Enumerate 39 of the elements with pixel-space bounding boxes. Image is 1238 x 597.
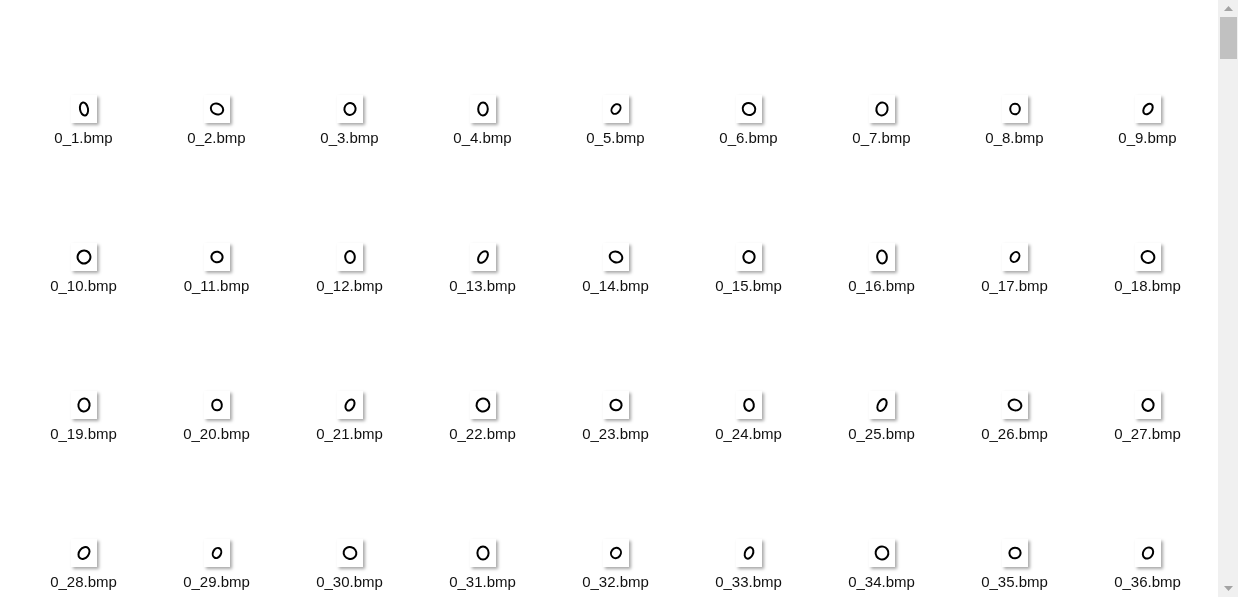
file-name[interactable]: 0_31.bmp	[449, 573, 516, 591]
file-name[interactable]: 0_21.bmp	[316, 425, 383, 443]
file-name[interactable]: 0_9.bmp	[1118, 129, 1177, 147]
file-name[interactable]: 0_30.bmp	[316, 573, 383, 591]
down-arrow-icon	[1223, 586, 1233, 591]
file-name[interactable]: 0_1.bmp	[54, 129, 113, 147]
file-name[interactable]: 0_28.bmp	[50, 573, 117, 591]
file-name[interactable]: 0_19.bmp	[50, 425, 117, 443]
file-name[interactable]: 0_5.bmp	[586, 129, 645, 147]
file-name[interactable]: 0_16.bmp	[848, 277, 915, 295]
file-name[interactable]: 0_4.bmp	[453, 129, 512, 147]
file-name[interactable]: 0_36.bmp	[1114, 573, 1181, 591]
file-name[interactable]: 0_33.bmp	[715, 573, 782, 591]
file-name[interactable]: 0_18.bmp	[1114, 277, 1181, 295]
file-name[interactable]: 0_25.bmp	[848, 425, 915, 443]
file-name[interactable]: 0_8.bmp	[985, 129, 1044, 147]
file-name[interactable]: 0_20.bmp	[183, 425, 250, 443]
up-arrow-icon	[1223, 6, 1233, 11]
file-name[interactable]: 0_12.bmp	[316, 277, 383, 295]
file-name[interactable]: 0_6.bmp	[719, 129, 778, 147]
file-name[interactable]: 0_3.bmp	[320, 129, 379, 147]
file-name[interactable]: 0_15.bmp	[715, 277, 782, 295]
file-name[interactable]: 0_29.bmp	[183, 573, 250, 591]
file-name[interactable]: 0_32.bmp	[582, 573, 649, 591]
file-name[interactable]: 0_24.bmp	[715, 425, 782, 443]
file-name[interactable]: 0_34.bmp	[848, 573, 915, 591]
file-name[interactable]: 0_2.bmp	[187, 129, 246, 147]
file-name[interactable]: 0_14.bmp	[582, 277, 649, 295]
file-name[interactable]: 0_17.bmp	[981, 277, 1048, 295]
file-name[interactable]: 0_22.bmp	[449, 425, 516, 443]
file-name[interactable]: 0_11.bmp	[183, 277, 250, 295]
file-name[interactable]: 0_35.bmp	[981, 573, 1048, 591]
file-name[interactable]: 0_27.bmp	[1114, 425, 1181, 443]
scrollbar-thumb[interactable]	[1219, 17, 1237, 59]
file-name[interactable]: 0_7.bmp	[852, 129, 911, 147]
file-name[interactable]: 0_10.bmp	[50, 277, 117, 295]
file-name[interactable]: 0_13.bmp	[449, 277, 516, 295]
file-name[interactable]: 0_23.bmp	[582, 425, 649, 443]
file-name[interactable]: 0_26.bmp	[981, 425, 1048, 443]
